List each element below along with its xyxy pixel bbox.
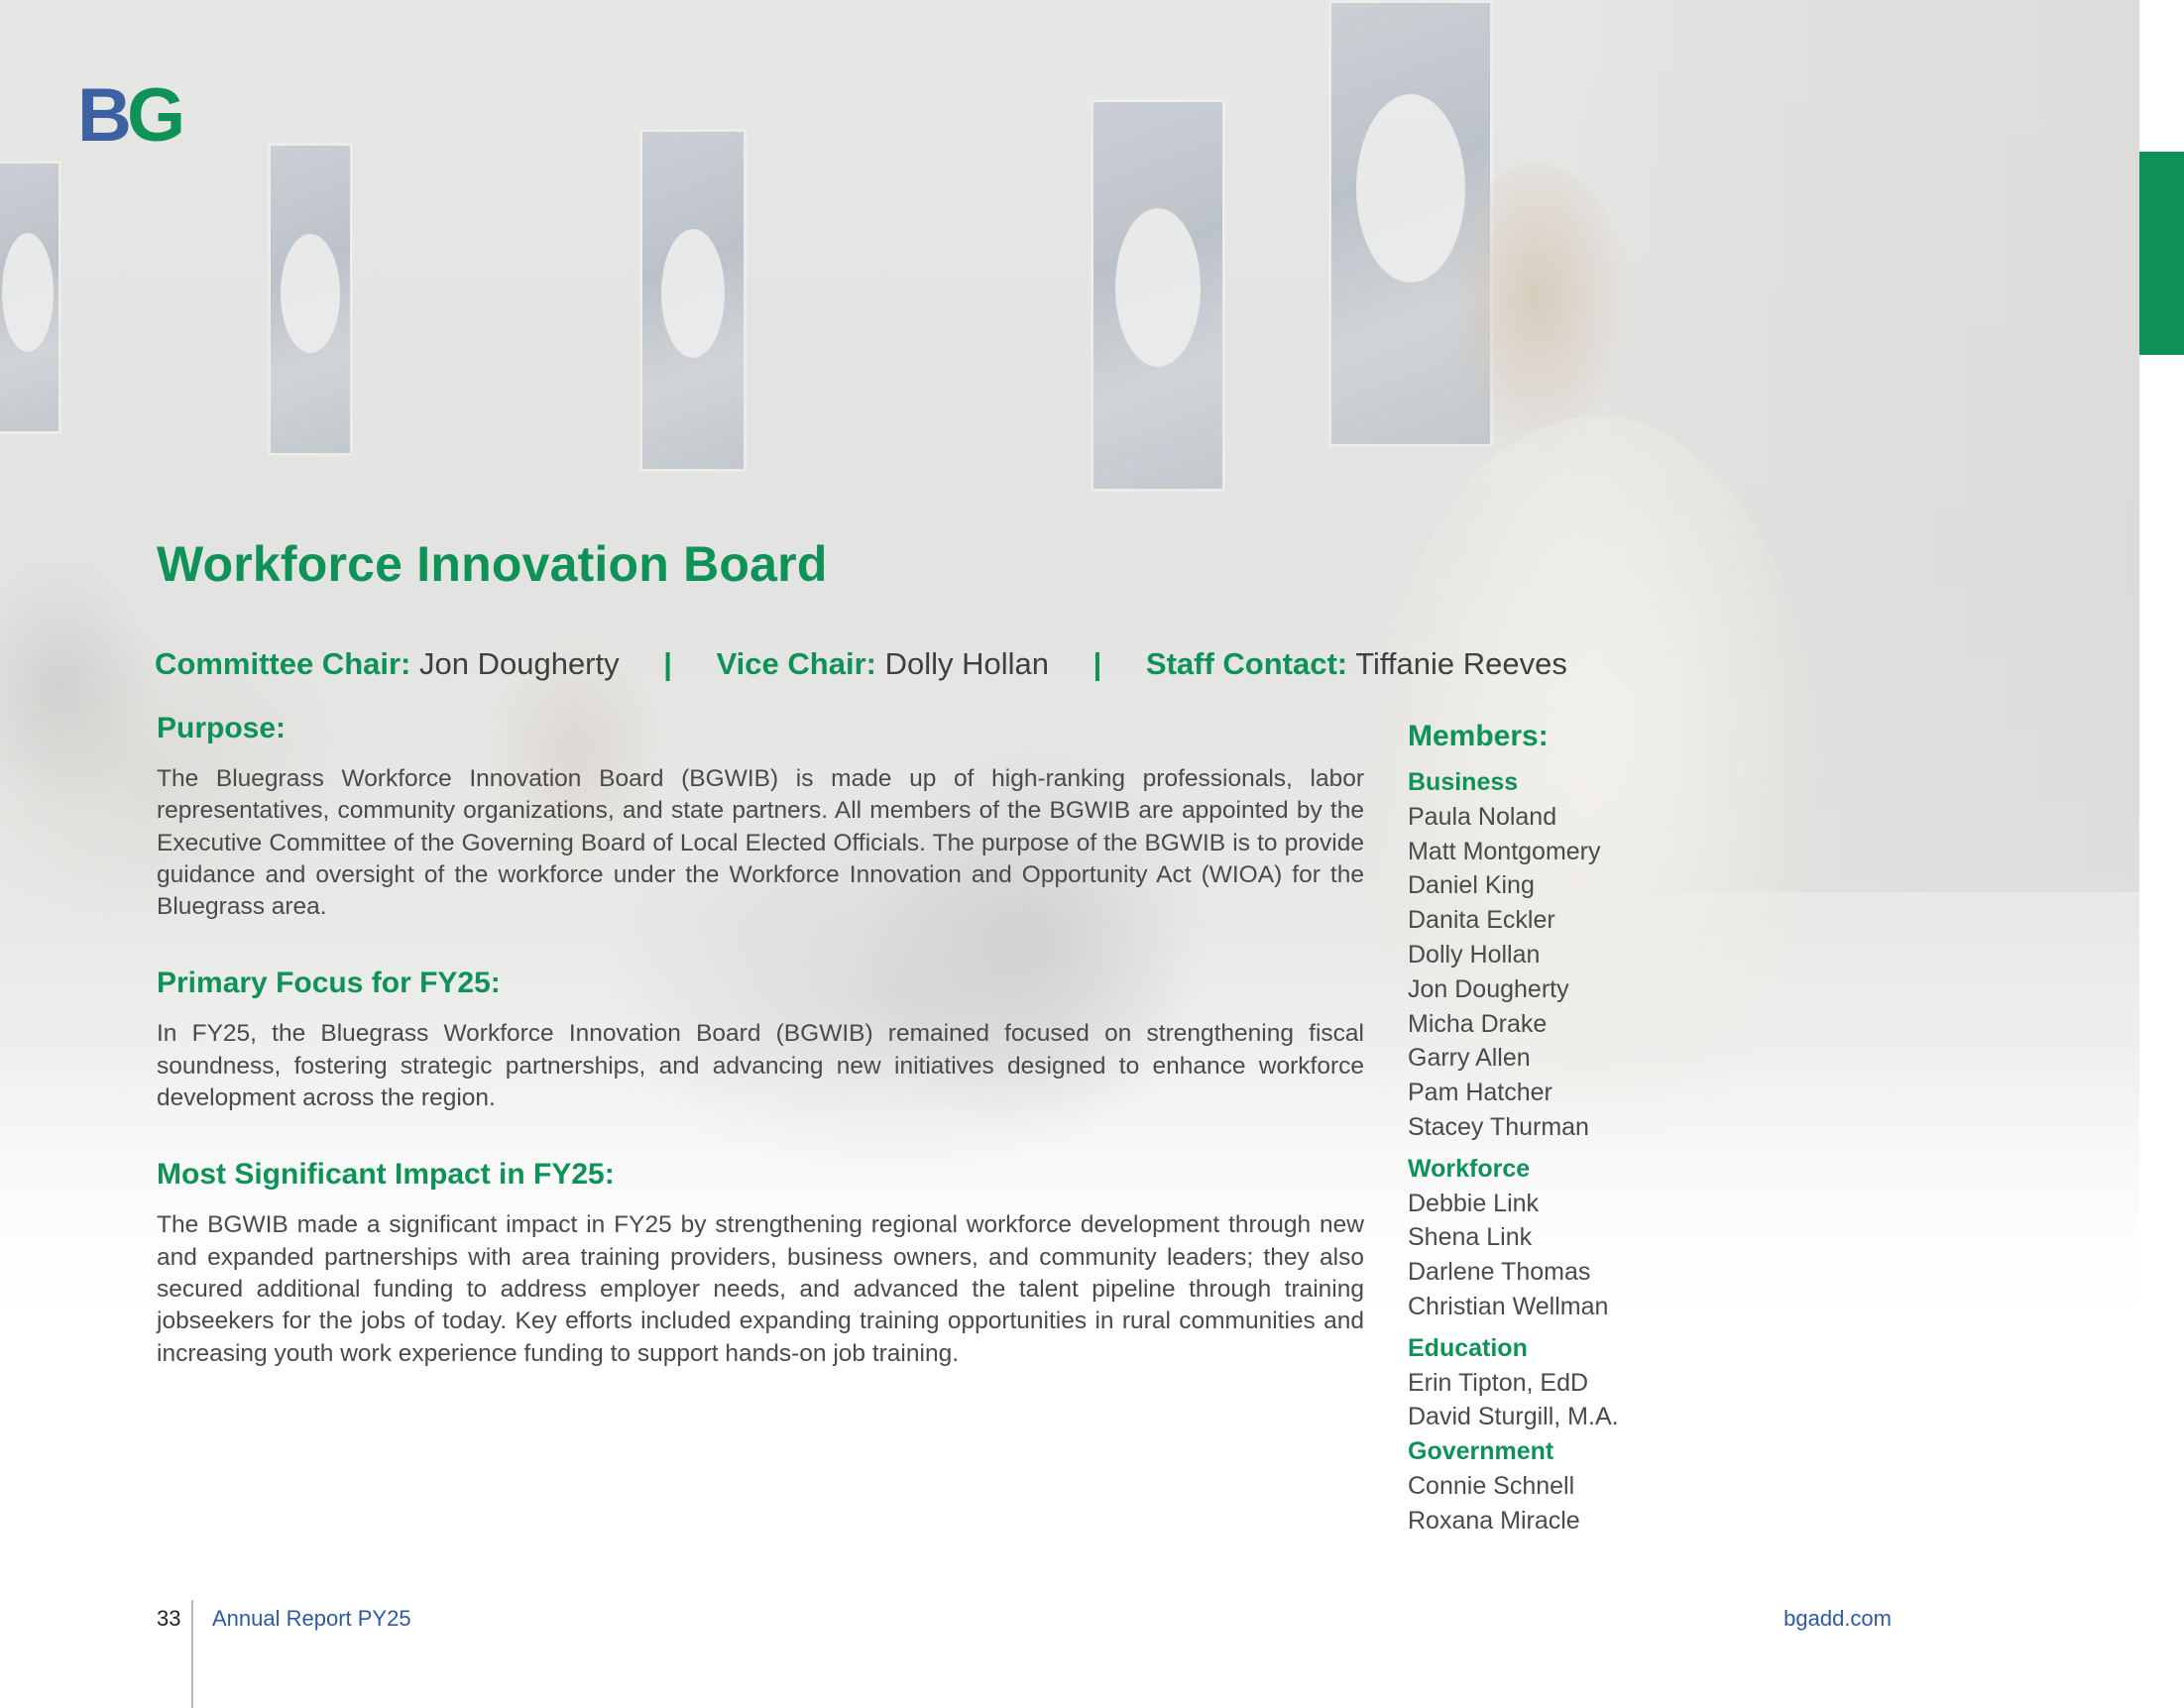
significant-impact-body: The BGWIB made a significant impact in F… [157, 1211, 1364, 1367]
member-name: Connie Schnell [1408, 1471, 1575, 1500]
member-group-business: Business [1408, 768, 1519, 796]
purpose-heading: Purpose: [157, 712, 287, 744]
bg-logo-icon: B G [77, 77, 185, 149]
role-separator: | [663, 646, 672, 681]
role-label-staff-contact: Staff Contact: [1145, 646, 1348, 681]
member-name: Garry Allen [1408, 1044, 1531, 1073]
members-list: Members: Business Paula Noland Matt Mont… [1408, 720, 1735, 1538]
significant-impact-heading: Most Significant Impact in FY25: [157, 1158, 615, 1192]
member-name: Shena Link [1408, 1223, 1533, 1252]
svg-text:G: G [127, 77, 185, 149]
role-separator: | [1092, 646, 1102, 681]
member-group-government: Government [1408, 1437, 1554, 1466]
member-name: Dolly Hollan [1408, 940, 1541, 968]
member-name: Daniel King [1408, 871, 1535, 900]
member-name: Jon Dougherty [1408, 974, 1569, 1003]
page: B G Workforce Innovation Board Committee… [0, 0, 2184, 1708]
member-name: Christian Wellman [1408, 1292, 1609, 1320]
footer-divider [191, 1600, 193, 1708]
member-group-education: Education [1408, 1333, 1528, 1362]
role-name-chair: Jon Dougherty [419, 646, 620, 681]
page-title: Workforce Innovation Board [157, 536, 828, 592]
primary-focus-body: In FY25, the Bluegrass Workforce Innovat… [157, 1020, 1364, 1112]
members-heading: Members: [1408, 720, 1549, 752]
member-name: Erin Tipton, EdD [1408, 1368, 1589, 1397]
svg-text:B: B [77, 77, 129, 149]
member-name: Debbie Link [1408, 1189, 1540, 1217]
role-name-vice-chair: Dolly Hollan [884, 646, 1049, 681]
role-label-vice-chair: Vice Chair: [716, 646, 876, 681]
photo-poster [1091, 99, 1225, 492]
website-link[interactable]: bgadd.com [1765, 1606, 1892, 1632]
member-name: Danita Eckler [1408, 906, 1555, 935]
member-name: Matt Montgomery [1408, 837, 1601, 865]
page-number: 33 [157, 1606, 181, 1631]
member-name: Stacey Thurman [1408, 1112, 1589, 1141]
member-name: Micha Drake [1408, 1009, 1548, 1038]
section-tab [2139, 152, 2184, 355]
photo-audience [0, 555, 159, 813]
role-label-chair: Committee Chair: [155, 646, 411, 681]
committee-roles: Committee Chair: Jon Dougherty | Vice Ch… [155, 646, 1567, 682]
report-name: Annual Report PY25 [212, 1606, 411, 1631]
content-column: Purpose: The Bluegrass Workforce Innovat… [157, 712, 1364, 1414]
photo-poster [0, 161, 61, 434]
role-name-staff-contact: Tiffanie Reeves [1355, 646, 1567, 681]
purpose-body: The Bluegrass Workforce Innovation Board… [157, 765, 1364, 921]
member-group-workforce: Workforce [1408, 1154, 1531, 1183]
photo-poster [639, 129, 747, 472]
member-name: Darlene Thomas [1408, 1258, 1591, 1287]
member-name: Pam Hatcher [1408, 1079, 1552, 1107]
member-name: David Sturgill, M.A. [1408, 1403, 1619, 1431]
member-name: Paula Noland [1408, 802, 1557, 831]
member-name: Roxana Miracle [1408, 1506, 1580, 1535]
primary-focus-heading: Primary Focus for FY25: [157, 967, 501, 1000]
photo-poster [268, 143, 353, 456]
